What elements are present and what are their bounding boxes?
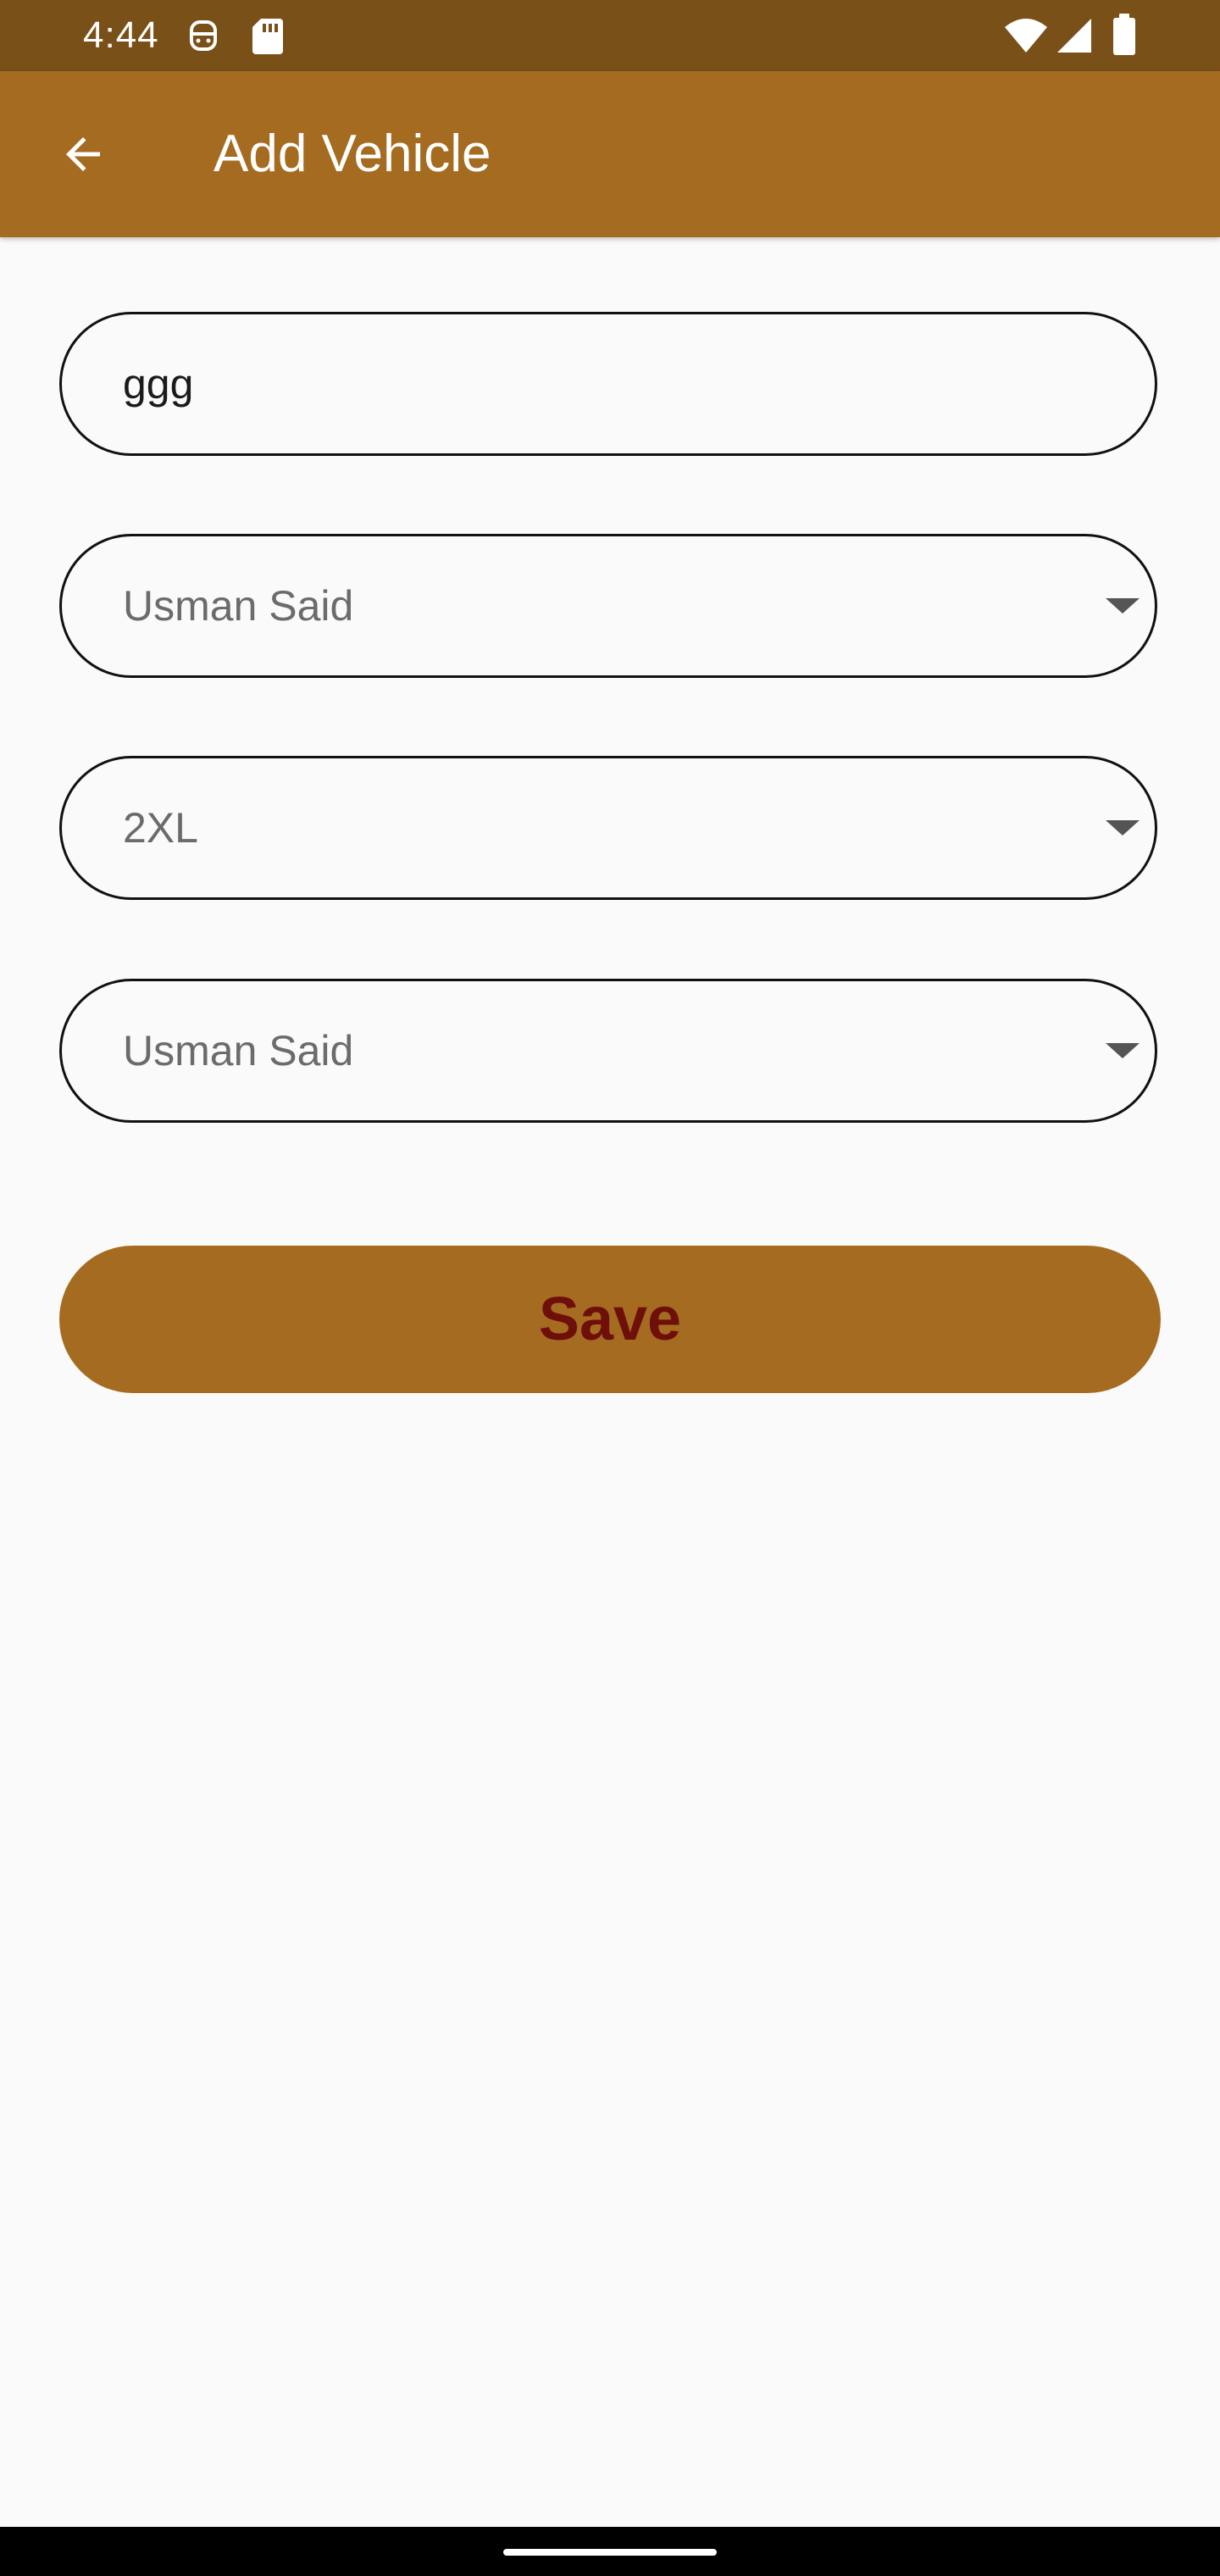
vehicle-name-input[interactable]: [123, 358, 1055, 409]
home-indicator[interactable]: [503, 2549, 717, 2556]
dropdown-arrow-icon: [1106, 598, 1140, 613]
arrow-back-icon: [66, 137, 100, 171]
sd-card-icon: [252, 19, 283, 54]
status-bar: 4:44: [0, 0, 1220, 71]
status-time: 4:44: [83, 14, 159, 56]
back-button[interactable]: [42, 114, 124, 195]
owner-dropdown-value: Usman Said: [123, 582, 354, 630]
page-title: Add Vehicle: [214, 125, 491, 183]
save-button-label: Save: [538, 1285, 682, 1353]
driver-dropdown[interactable]: Usman Said: [59, 979, 1157, 1123]
cellular-signal-icon: [1057, 19, 1091, 53]
dropdown-arrow-icon: [1106, 820, 1140, 836]
battery-icon: [1113, 14, 1135, 55]
owner-dropdown[interactable]: Usman Said: [59, 534, 1157, 678]
app-bar: Add Vehicle: [0, 71, 1220, 237]
size-dropdown[interactable]: 2XL: [59, 756, 1157, 900]
face-notification-icon: [190, 20, 217, 51]
driver-dropdown-value: Usman Said: [123, 1027, 354, 1074]
vehicle-name-field[interactable]: [59, 312, 1157, 456]
size-dropdown-value: 2XL: [123, 804, 198, 852]
save-button[interactable]: Save: [59, 1246, 1161, 1393]
dropdown-arrow-icon: [1106, 1043, 1140, 1058]
system-nav-bar: [0, 2527, 1220, 2576]
wifi-icon: [1005, 19, 1047, 53]
